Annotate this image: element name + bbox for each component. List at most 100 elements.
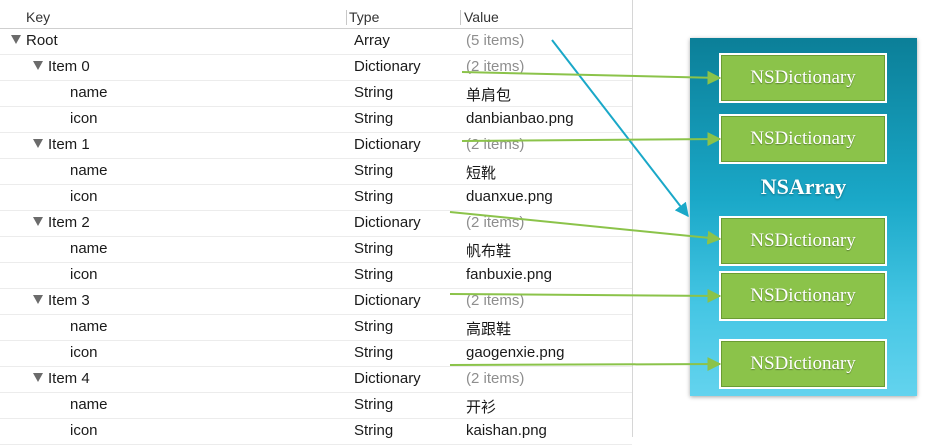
nsdictionary-box-3: NSDictionary bbox=[721, 273, 885, 319]
table-row[interactable]: Item 0 Dictionary (2 items) bbox=[0, 55, 632, 81]
disclosure-triangle-icon[interactable] bbox=[33, 295, 43, 304]
row-type[interactable]: Dictionary bbox=[354, 136, 421, 153]
row-key-label: Item 0 bbox=[48, 58, 90, 75]
row-type[interactable]: Dictionary bbox=[354, 292, 421, 309]
row-value[interactable]: kaishan.png bbox=[466, 422, 547, 439]
row-key-label: Root bbox=[26, 32, 58, 49]
disclosure-triangle-icon[interactable] bbox=[33, 139, 43, 148]
row-key-label: icon bbox=[70, 188, 98, 205]
row-key-label: Item 4 bbox=[48, 370, 90, 387]
row-key-label: icon bbox=[70, 344, 98, 361]
row-type[interactable]: String bbox=[354, 188, 393, 205]
row-key: icon bbox=[70, 266, 98, 283]
row-value[interactable]: 单肩包 bbox=[466, 84, 511, 105]
row-type[interactable]: String bbox=[354, 162, 393, 179]
row-value[interactable]: 高跟鞋 bbox=[466, 318, 511, 339]
row-key-label: Item 2 bbox=[48, 214, 90, 231]
row-key: name bbox=[70, 162, 108, 179]
row-key-label: name bbox=[70, 240, 108, 257]
row-type[interactable]: String bbox=[354, 396, 393, 413]
row-key-label: name bbox=[70, 84, 108, 101]
row-key: name bbox=[70, 396, 108, 413]
row-value: (2 items) bbox=[466, 136, 525, 153]
column-header-type[interactable]: Type bbox=[349, 9, 379, 25]
row-key: Item 3 bbox=[33, 292, 90, 309]
row-value: (2 items) bbox=[466, 58, 525, 75]
row-value[interactable]: 开衫 bbox=[466, 396, 496, 417]
row-key-label: Item 1 bbox=[48, 136, 90, 153]
nsarray-label: NSArray bbox=[760, 174, 847, 199]
row-value: (5 items) bbox=[466, 32, 525, 49]
row-type[interactable]: String bbox=[354, 422, 393, 439]
row-key-label: icon bbox=[70, 266, 98, 283]
table-row[interactable]: icon String kaishan.png bbox=[0, 419, 632, 445]
table-row[interactable]: Item 4 Dictionary (2 items) bbox=[0, 367, 632, 393]
row-key: name bbox=[70, 318, 108, 335]
row-type[interactable]: Dictionary bbox=[354, 214, 421, 231]
nsdictionary-box-2: NSDictionary bbox=[721, 218, 885, 264]
table-row[interactable]: name String 单肩包 bbox=[0, 81, 632, 107]
nsdictionary-box-4: NSDictionary bbox=[721, 341, 885, 387]
table-row[interactable]: Root Array (5 items) bbox=[0, 29, 632, 55]
column-header-key[interactable]: Key bbox=[26, 9, 50, 25]
table-row[interactable]: name String 高跟鞋 bbox=[0, 315, 632, 341]
table-row[interactable]: icon String fanbuxie.png bbox=[0, 263, 632, 289]
row-key-label: icon bbox=[70, 422, 98, 439]
row-type[interactable]: String bbox=[354, 110, 393, 127]
disclosure-triangle-icon[interactable] bbox=[33, 217, 43, 226]
table-row[interactable]: Item 1 Dictionary (2 items) bbox=[0, 133, 632, 159]
row-key: Item 4 bbox=[33, 370, 90, 387]
nsarray-diagram: NSDictionary NSDictionary NSArray NSDict… bbox=[690, 38, 917, 396]
row-value: (2 items) bbox=[466, 370, 525, 387]
column-divider[interactable] bbox=[346, 10, 347, 25]
disclosure-triangle-icon[interactable] bbox=[11, 35, 21, 44]
row-value: (2 items) bbox=[466, 292, 525, 309]
table-row[interactable]: Item 3 Dictionary (2 items) bbox=[0, 289, 632, 315]
table-row[interactable]: icon String duanxue.png bbox=[0, 185, 632, 211]
row-value[interactable]: danbianbao.png bbox=[466, 110, 574, 127]
row-key: Item 2 bbox=[33, 214, 90, 231]
row-type[interactable]: Array bbox=[354, 32, 390, 49]
disclosure-triangle-icon[interactable] bbox=[33, 373, 43, 382]
table-row[interactable]: Item 2 Dictionary (2 items) bbox=[0, 211, 632, 237]
nsdictionary-box-0: NSDictionary bbox=[721, 55, 885, 101]
row-key-label: name bbox=[70, 396, 108, 413]
row-key: icon bbox=[70, 110, 98, 127]
row-type[interactable]: String bbox=[354, 266, 393, 283]
disclosure-triangle-icon[interactable] bbox=[33, 61, 43, 70]
table-row[interactable]: name String 开衫 bbox=[0, 393, 632, 419]
row-key: Item 0 bbox=[33, 58, 90, 75]
nsdictionary-box-1: NSDictionary bbox=[721, 116, 885, 162]
row-type[interactable]: String bbox=[354, 318, 393, 335]
plist-rows: Root Array (5 items) Item 0 Dictionary (2 ite… bbox=[0, 29, 632, 445]
row-type[interactable]: String bbox=[354, 84, 393, 101]
row-key: name bbox=[70, 240, 108, 257]
row-type[interactable]: String bbox=[354, 240, 393, 257]
row-value[interactable]: 短靴 bbox=[466, 162, 496, 183]
row-value[interactable]: gaogenxie.png bbox=[466, 344, 564, 361]
row-key-label: name bbox=[70, 318, 108, 335]
row-key: Root bbox=[11, 32, 58, 49]
row-value[interactable]: duanxue.png bbox=[466, 188, 553, 205]
row-value[interactable]: fanbuxie.png bbox=[466, 266, 552, 283]
row-key: icon bbox=[70, 188, 98, 205]
row-key-label: Item 3 bbox=[48, 292, 90, 309]
row-key: name bbox=[70, 84, 108, 101]
table-row[interactable]: icon String gaogenxie.png bbox=[0, 341, 632, 367]
row-value: (2 items) bbox=[466, 214, 525, 231]
table-row[interactable]: name String 帆布鞋 bbox=[0, 237, 632, 263]
row-type[interactable]: Dictionary bbox=[354, 58, 421, 75]
row-key: icon bbox=[70, 422, 98, 439]
row-type[interactable]: String bbox=[354, 344, 393, 361]
row-key: Item 1 bbox=[33, 136, 90, 153]
row-type[interactable]: Dictionary bbox=[354, 370, 421, 387]
column-divider[interactable] bbox=[460, 10, 461, 25]
table-row[interactable]: name String 短靴 bbox=[0, 159, 632, 185]
table-row[interactable]: icon String danbianbao.png bbox=[0, 107, 632, 133]
row-key: icon bbox=[70, 344, 98, 361]
row-key-label: icon bbox=[70, 110, 98, 127]
column-header-value[interactable]: Value bbox=[464, 9, 499, 25]
row-value[interactable]: 帆布鞋 bbox=[466, 240, 511, 261]
plist-editor: Key Type Value Root Array (5 items) Item 0 D… bbox=[0, 0, 633, 445]
column-header-bar: Key Type Value bbox=[0, 6, 632, 29]
